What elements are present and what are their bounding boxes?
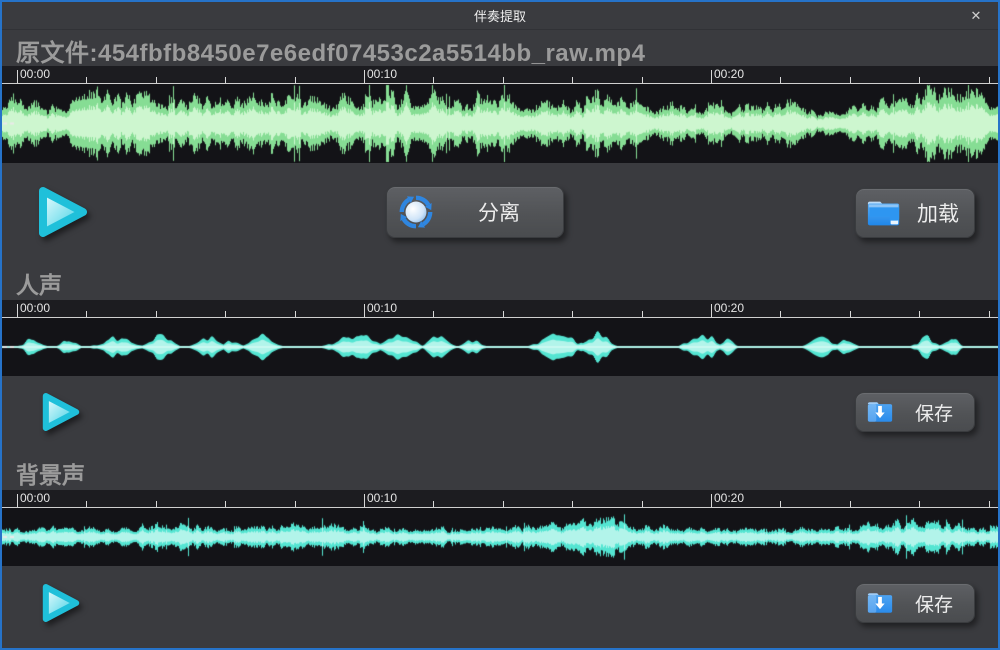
minor-tick bbox=[642, 311, 643, 317]
waveform-background[interactable] bbox=[2, 508, 998, 566]
minor-tick bbox=[572, 311, 573, 317]
play-original-button[interactable] bbox=[33, 183, 93, 241]
close-button[interactable]: ✕ bbox=[954, 2, 998, 28]
time-label: 00:00 bbox=[20, 301, 50, 315]
minor-tick bbox=[780, 311, 781, 317]
minor-tick bbox=[156, 77, 157, 83]
minor-tick bbox=[503, 77, 504, 83]
minor-tick bbox=[156, 501, 157, 507]
waveform-vocals[interactable] bbox=[2, 318, 998, 376]
minor-tick bbox=[989, 311, 990, 317]
minor-tick bbox=[919, 501, 920, 507]
background-label: 背景声 bbox=[16, 456, 85, 490]
minor-tick bbox=[572, 77, 573, 83]
save-vocals-button[interactable]: 保存 bbox=[855, 392, 975, 432]
play-icon bbox=[33, 183, 93, 241]
minor-tick bbox=[86, 77, 87, 83]
minor-tick bbox=[433, 311, 434, 317]
minor-tick bbox=[156, 311, 157, 317]
major-tick bbox=[711, 304, 712, 317]
time-label: 00:20 bbox=[714, 67, 744, 81]
folder-download-icon bbox=[866, 399, 894, 425]
minor-tick bbox=[503, 501, 504, 507]
major-tick bbox=[17, 70, 18, 83]
minor-tick bbox=[642, 501, 643, 507]
minor-tick bbox=[86, 501, 87, 507]
major-tick bbox=[17, 304, 18, 317]
load-button[interactable]: 加载 bbox=[855, 188, 975, 238]
major-tick bbox=[711, 70, 712, 83]
folder-download-icon bbox=[866, 590, 894, 616]
save-vocals-button-label: 保存 bbox=[894, 399, 974, 426]
play-background-button[interactable] bbox=[38, 581, 84, 625]
minor-tick bbox=[919, 311, 920, 317]
timeline-ruler-vocals: 00:00 00:10 00:20 bbox=[2, 300, 998, 318]
timeline-ruler-original: 00:00 00:10 00:20 bbox=[2, 66, 998, 84]
sync-icon bbox=[397, 193, 435, 231]
load-button-label: 加载 bbox=[902, 198, 974, 228]
minor-tick bbox=[295, 77, 296, 83]
play-icon bbox=[38, 581, 84, 625]
minor-tick bbox=[225, 311, 226, 317]
title-bar: 伴奏提取 ✕ bbox=[2, 2, 998, 30]
save-background-button[interactable]: 保存 bbox=[855, 583, 975, 623]
separate-button-label: 分离 bbox=[435, 197, 563, 227]
major-tick bbox=[364, 304, 365, 317]
minor-tick bbox=[850, 501, 851, 507]
vocals-label: 人声 bbox=[16, 266, 62, 300]
time-label: 00:00 bbox=[20, 491, 50, 505]
play-icon bbox=[38, 390, 84, 434]
source-file-label: 原文件:454fbfb8450e7e6edf07453c2a5514bb_raw… bbox=[16, 33, 645, 68]
minor-tick bbox=[989, 501, 990, 507]
minor-tick bbox=[433, 77, 434, 83]
minor-tick bbox=[989, 77, 990, 83]
minor-tick bbox=[780, 77, 781, 83]
minor-tick bbox=[850, 77, 851, 83]
minor-tick bbox=[433, 501, 434, 507]
minor-tick bbox=[295, 501, 296, 507]
minor-tick bbox=[295, 311, 296, 317]
separate-button[interactable]: 分离 bbox=[386, 186, 564, 238]
time-label: 00:20 bbox=[714, 301, 744, 315]
minor-tick bbox=[503, 311, 504, 317]
time-label: 00:10 bbox=[367, 301, 397, 315]
app-window: 伴奏提取 ✕ 原文件:454fbfb8450e7e6edf07453c2a551… bbox=[0, 0, 1000, 650]
timeline-ruler-background: 00:00 00:10 00:20 bbox=[2, 490, 998, 508]
minor-tick bbox=[642, 77, 643, 83]
time-label: 00:10 bbox=[367, 491, 397, 505]
minor-tick bbox=[780, 501, 781, 507]
minor-tick bbox=[86, 311, 87, 317]
minor-tick bbox=[919, 77, 920, 83]
time-label: 00:00 bbox=[20, 67, 50, 81]
major-tick bbox=[364, 494, 365, 507]
major-tick bbox=[711, 494, 712, 507]
major-tick bbox=[17, 494, 18, 507]
minor-tick bbox=[225, 77, 226, 83]
save-background-button-label: 保存 bbox=[894, 590, 974, 617]
time-label: 00:10 bbox=[367, 67, 397, 81]
play-vocals-button[interactable] bbox=[38, 390, 84, 434]
minor-tick bbox=[572, 501, 573, 507]
minor-tick bbox=[850, 311, 851, 317]
window-title: 伴奏提取 bbox=[474, 6, 526, 25]
time-label: 00:20 bbox=[714, 491, 744, 505]
major-tick bbox=[364, 70, 365, 83]
waveform-original[interactable] bbox=[2, 84, 998, 163]
minor-tick bbox=[225, 501, 226, 507]
folder-open-icon bbox=[866, 197, 902, 229]
